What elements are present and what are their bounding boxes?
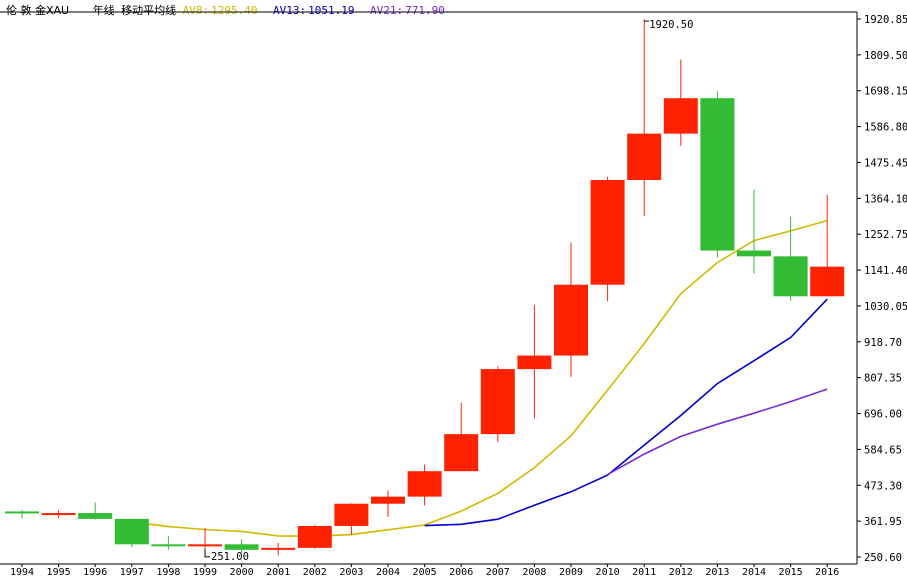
x-tick-label: 2014 bbox=[742, 567, 766, 578]
ma-line-av21 bbox=[607, 388, 828, 476]
y-tick-label: 584.65 bbox=[864, 444, 902, 456]
chart-window: 伦 敦 金XAU 年线 移动平均线 AV8: 1295.40 AV13: 1051.… bbox=[0, 0, 907, 578]
y-tick-label: 250.60 bbox=[864, 552, 902, 564]
y-tick-label: 1252.75 bbox=[864, 229, 907, 241]
annotation-low-label: 251.00 bbox=[211, 551, 249, 563]
x-tick-label: 1995 bbox=[47, 567, 71, 578]
candle-body-2005 bbox=[407, 471, 442, 497]
x-tick-label: 1997 bbox=[120, 567, 144, 578]
x-tick-label: 2001 bbox=[266, 567, 290, 578]
candle-body-2009 bbox=[554, 284, 588, 356]
candle-body-2004 bbox=[371, 496, 405, 504]
x-tick-label: 2011 bbox=[632, 567, 656, 578]
candle-body-1997 bbox=[114, 518, 149, 545]
y-tick-label: 1920.85 bbox=[864, 14, 907, 26]
candle-body-1999 bbox=[188, 544, 222, 547]
y-tick-label: 1141.40 bbox=[864, 265, 907, 277]
candlestick-chart[interactable]: 1920.85 1809.50 1698.15 1586.80 1475.45 1364.… bbox=[0, 0, 907, 578]
annotation-marker bbox=[204, 548, 210, 558]
y-tick-label: 1586.80 bbox=[864, 122, 907, 134]
x-tick-label: 1996 bbox=[83, 567, 107, 578]
candle-body-2013 bbox=[700, 98, 735, 251]
candle-body-1996 bbox=[78, 513, 113, 519]
x-tick-label: 1998 bbox=[156, 567, 180, 578]
y-tick-label: 1475.45 bbox=[864, 157, 907, 169]
x-tick-label: 2012 bbox=[669, 567, 693, 578]
candle-body-2006 bbox=[444, 434, 479, 472]
ma-line-av8 bbox=[131, 219, 828, 538]
y-tick-label: 807.35 bbox=[864, 373, 902, 385]
x-tick-label: 2008 bbox=[522, 567, 546, 578]
x-tick-label: 2016 bbox=[815, 567, 839, 578]
candle-body-2011 bbox=[627, 133, 662, 181]
candle-body-2010 bbox=[590, 180, 625, 285]
x-tick-label: 2002 bbox=[303, 567, 327, 578]
candle-body-1998 bbox=[151, 544, 186, 547]
y-tick-label: 1809.50 bbox=[864, 50, 907, 62]
x-tick-label: 2013 bbox=[705, 567, 729, 578]
y-tick-label: 473.30 bbox=[864, 480, 902, 492]
x-tick-label: 2003 bbox=[339, 567, 363, 578]
candle-body-2003 bbox=[334, 503, 369, 526]
x-tick-label: 2006 bbox=[449, 567, 473, 578]
candle-body-2000 bbox=[224, 544, 259, 550]
candle-body-2008 bbox=[517, 355, 552, 370]
x-tick-label: 2015 bbox=[779, 567, 803, 578]
y-tick-label: 361.95 bbox=[864, 516, 902, 528]
y-tick-label: 1698.15 bbox=[864, 86, 907, 98]
x-tick-label: 2004 bbox=[376, 567, 400, 578]
y-tick-label: 696.00 bbox=[864, 409, 902, 421]
candle-body-2002 bbox=[297, 525, 332, 548]
candle-body-2016 bbox=[810, 266, 845, 297]
candle-body-1995 bbox=[41, 513, 76, 516]
x-tick-label: 2000 bbox=[230, 567, 254, 578]
annotation-high-label: 1920.50 bbox=[649, 19, 693, 31]
candle-body-2012 bbox=[663, 98, 698, 134]
y-tick-label: 1364.10 bbox=[864, 193, 907, 205]
candle-body-2001 bbox=[261, 547, 296, 550]
x-tick-label: 2005 bbox=[413, 567, 437, 578]
x-tick-label: 1999 bbox=[193, 567, 217, 578]
candle-body-1994 bbox=[5, 511, 39, 514]
candle-body-2015 bbox=[773, 256, 808, 297]
x-tick-label: 2010 bbox=[596, 567, 620, 578]
y-tick-label: 1030.05 bbox=[864, 301, 907, 313]
y-tick-label: 918.70 bbox=[864, 337, 902, 349]
x-tick-label: 2009 bbox=[559, 567, 583, 578]
x-tick-label: 1994 bbox=[10, 567, 34, 578]
candle-body-2014 bbox=[737, 250, 771, 257]
x-tick-label: 2007 bbox=[486, 567, 510, 578]
candle-body-2007 bbox=[480, 369, 515, 435]
